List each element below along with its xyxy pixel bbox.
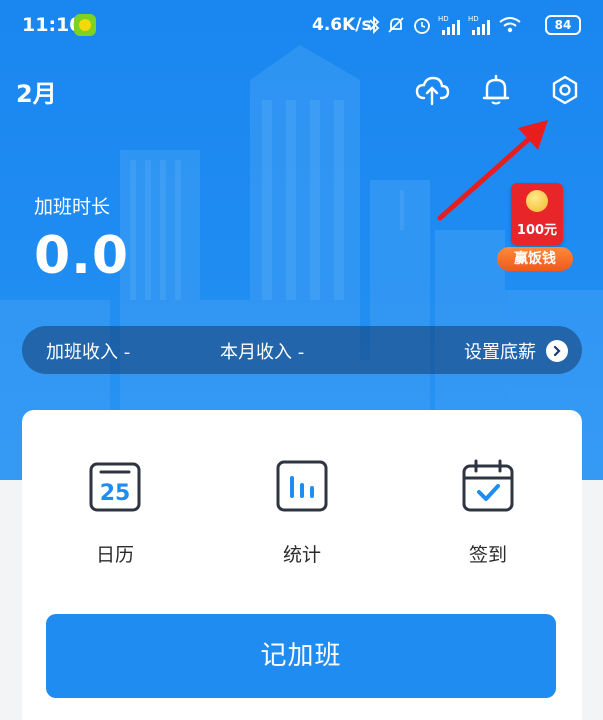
status-icons: HD HD bbox=[368, 12, 522, 38]
set-base-salary-button[interactable]: 设置底薪 bbox=[464, 338, 568, 364]
status-bar: 11:10 4.6K/s HD HD 84 bbox=[0, 0, 603, 52]
wifi-icon bbox=[499, 17, 521, 33]
bluetooth-icon bbox=[369, 15, 380, 35]
hero-header: 11:10 4.6K/s HD HD 84 2月 加班时长 0.0 100元 赢… bbox=[0, 0, 603, 480]
cloud-upload-icon bbox=[415, 76, 450, 106]
calendar-label: 日历 bbox=[95, 544, 134, 566]
income-summary-bar: 加班收入 - 本月收入 - 设置底薪 bbox=[22, 326, 582, 374]
bell-icon bbox=[482, 74, 510, 105]
coin-icon bbox=[526, 190, 548, 212]
app-notification-icon bbox=[74, 14, 96, 36]
svg-text:25: 25 bbox=[100, 481, 131, 506]
check-in-entry[interactable]: 签到 bbox=[433, 458, 543, 567]
month-income: 本月收入 - bbox=[220, 342, 305, 363]
svg-text:HD: HD bbox=[468, 15, 479, 23]
overtime-income: 加班收入 - bbox=[46, 342, 131, 363]
mute-icon bbox=[388, 17, 404, 33]
notifications-button[interactable] bbox=[476, 70, 516, 110]
alarm-icon bbox=[414, 18, 430, 34]
red-packet-promo[interactable]: 100元 赢饭钱 bbox=[497, 183, 573, 275]
signal-hd-icon-2: HD bbox=[468, 15, 490, 35]
quick-actions-card: 25 日历 统计 签到 记加班 bbox=[22, 410, 582, 720]
calendar-entry[interactable]: 25 日历 bbox=[60, 458, 170, 567]
settings-button[interactable] bbox=[545, 70, 585, 110]
statistics-label: 统计 bbox=[282, 544, 321, 566]
calendar-icon: 25 bbox=[89, 462, 141, 512]
month-selector[interactable]: 2月 bbox=[16, 74, 57, 109]
cloud-upload-button[interactable] bbox=[412, 70, 452, 110]
signal-hd-icon-1: HD bbox=[438, 15, 460, 35]
svg-text:HD: HD bbox=[438, 15, 449, 23]
statistics-icon bbox=[276, 460, 328, 512]
set-base-salary-label: 设置底薪 bbox=[464, 342, 536, 363]
record-overtime-button[interactable]: 记加班 bbox=[46, 614, 556, 698]
check-in-label: 签到 bbox=[468, 544, 507, 566]
promo-cta: 赢饭钱 bbox=[497, 247, 573, 271]
overtime-duration-label: 加班时长 bbox=[34, 196, 111, 218]
promo-amount: 100元 bbox=[516, 223, 558, 238]
chevron-right-icon bbox=[546, 340, 568, 362]
overtime-duration-value: 0.0 bbox=[34, 226, 130, 286]
settings-hexagon-icon bbox=[552, 75, 578, 105]
battery-indicator: 84 bbox=[545, 15, 581, 35]
check-in-icon bbox=[462, 459, 514, 512]
network-speed: 4.6K/s bbox=[312, 15, 372, 35]
statistics-entry[interactable]: 统计 bbox=[247, 458, 357, 567]
